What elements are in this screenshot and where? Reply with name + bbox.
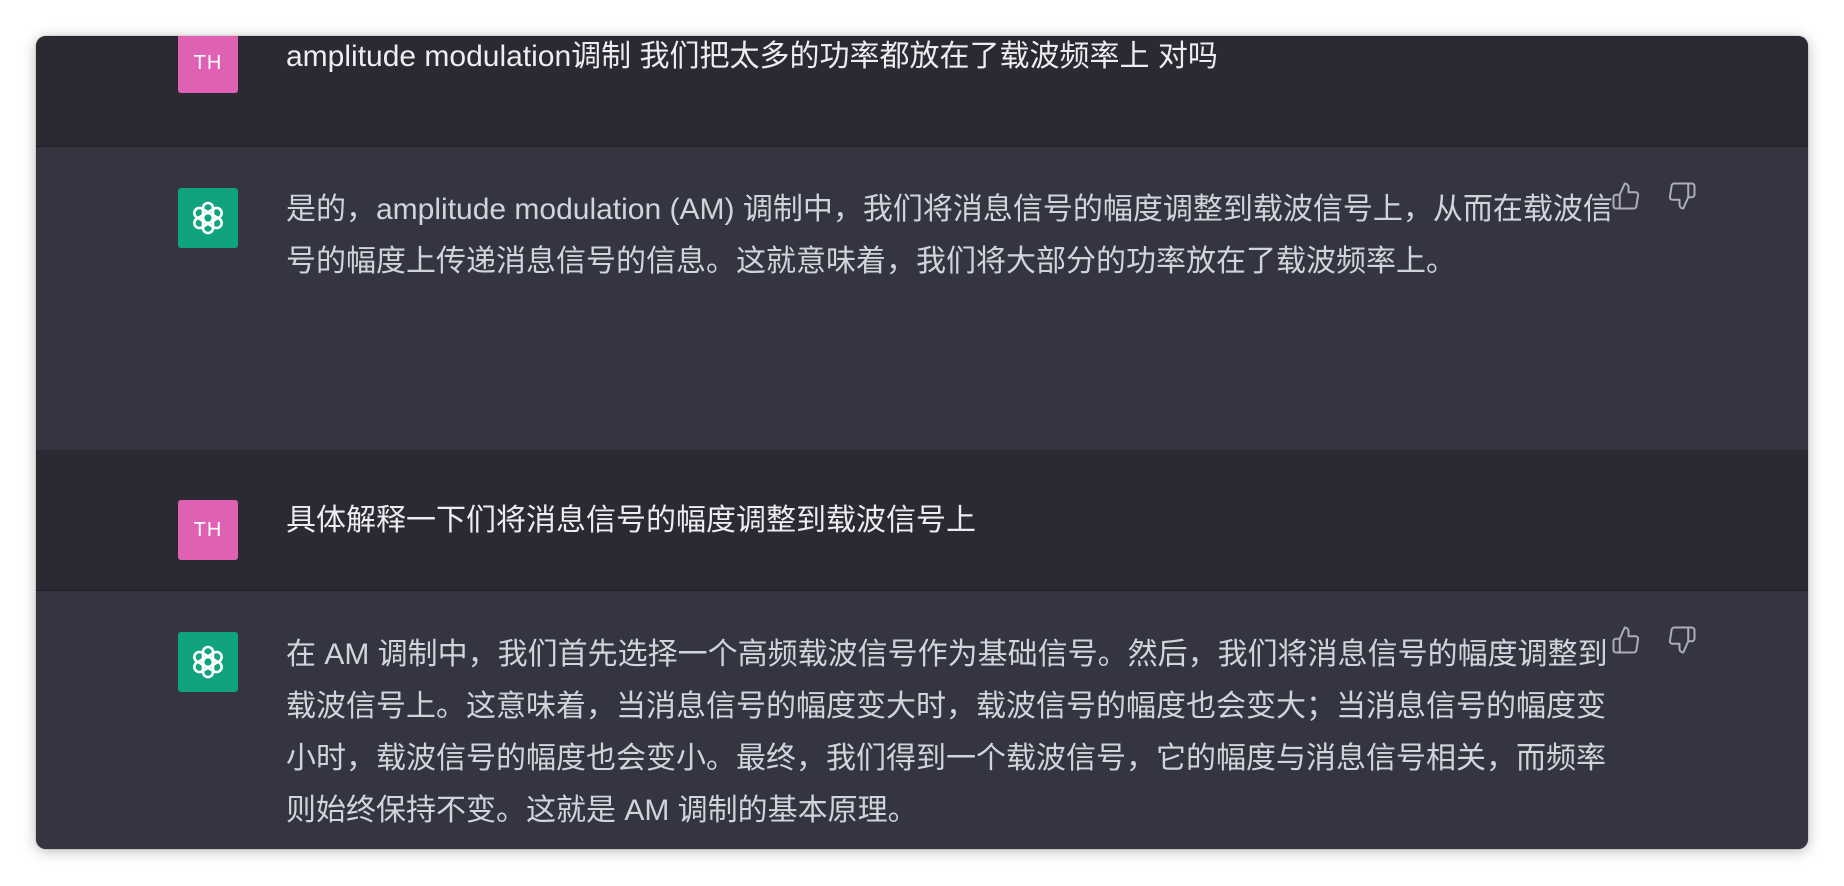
message-text: 是的，amplitude modulation (AM) 调制中，我们将消息信号…: [286, 193, 1613, 278]
thumbs-down-button[interactable]: [1666, 180, 1698, 212]
assistant-message: 在 AM 调制中，我们首先选择一个高频载波信号作为基础信号。然后，我们将消息信号…: [36, 591, 1808, 849]
thumbs-up-icon: [1612, 626, 1640, 654]
message-text: 在 AM 调制中，我们首先选择一个高频载波信号作为基础信号。然后，我们将消息信号…: [286, 638, 1608, 827]
openai-logo-icon: [193, 645, 223, 679]
message-text: amplitude modulation调制 我们把太多的功率都放在了载波频率上…: [286, 40, 1218, 73]
assistant-avatar: [178, 632, 238, 692]
thumbs-down-button[interactable]: [1666, 624, 1698, 656]
user-avatar: TH: [178, 500, 238, 560]
chat-window: TH amplitude modulation调制 我们把太多的功率都放在了载波…: [36, 36, 1808, 849]
openai-logo-icon: [193, 201, 223, 235]
assistant-avatar: [178, 188, 238, 248]
user-avatar-initials: TH: [193, 518, 223, 541]
thumbs-up-button[interactable]: [1610, 180, 1642, 212]
user-message: TH amplitude modulation调制 我们把太多的功率都放在了载波…: [36, 36, 1808, 146]
thumbs-up-button[interactable]: [1610, 624, 1642, 656]
thumbs-down-icon: [1668, 182, 1696, 210]
message-text: 具体解释一下们将消息信号的幅度调整到载波信号上: [286, 504, 976, 537]
feedback-buttons: [1610, 624, 1698, 656]
thumbs-up-icon: [1612, 182, 1640, 210]
user-message: TH 具体解释一下们将消息信号的幅度调整到载波信号上: [36, 450, 1808, 590]
assistant-message: 是的，amplitude modulation (AM) 调制中，我们将消息信号…: [36, 147, 1808, 450]
user-avatar-initials: TH: [193, 51, 223, 74]
thumbs-down-icon: [1668, 626, 1696, 654]
feedback-buttons: [1610, 180, 1698, 212]
user-avatar: TH: [178, 36, 238, 93]
